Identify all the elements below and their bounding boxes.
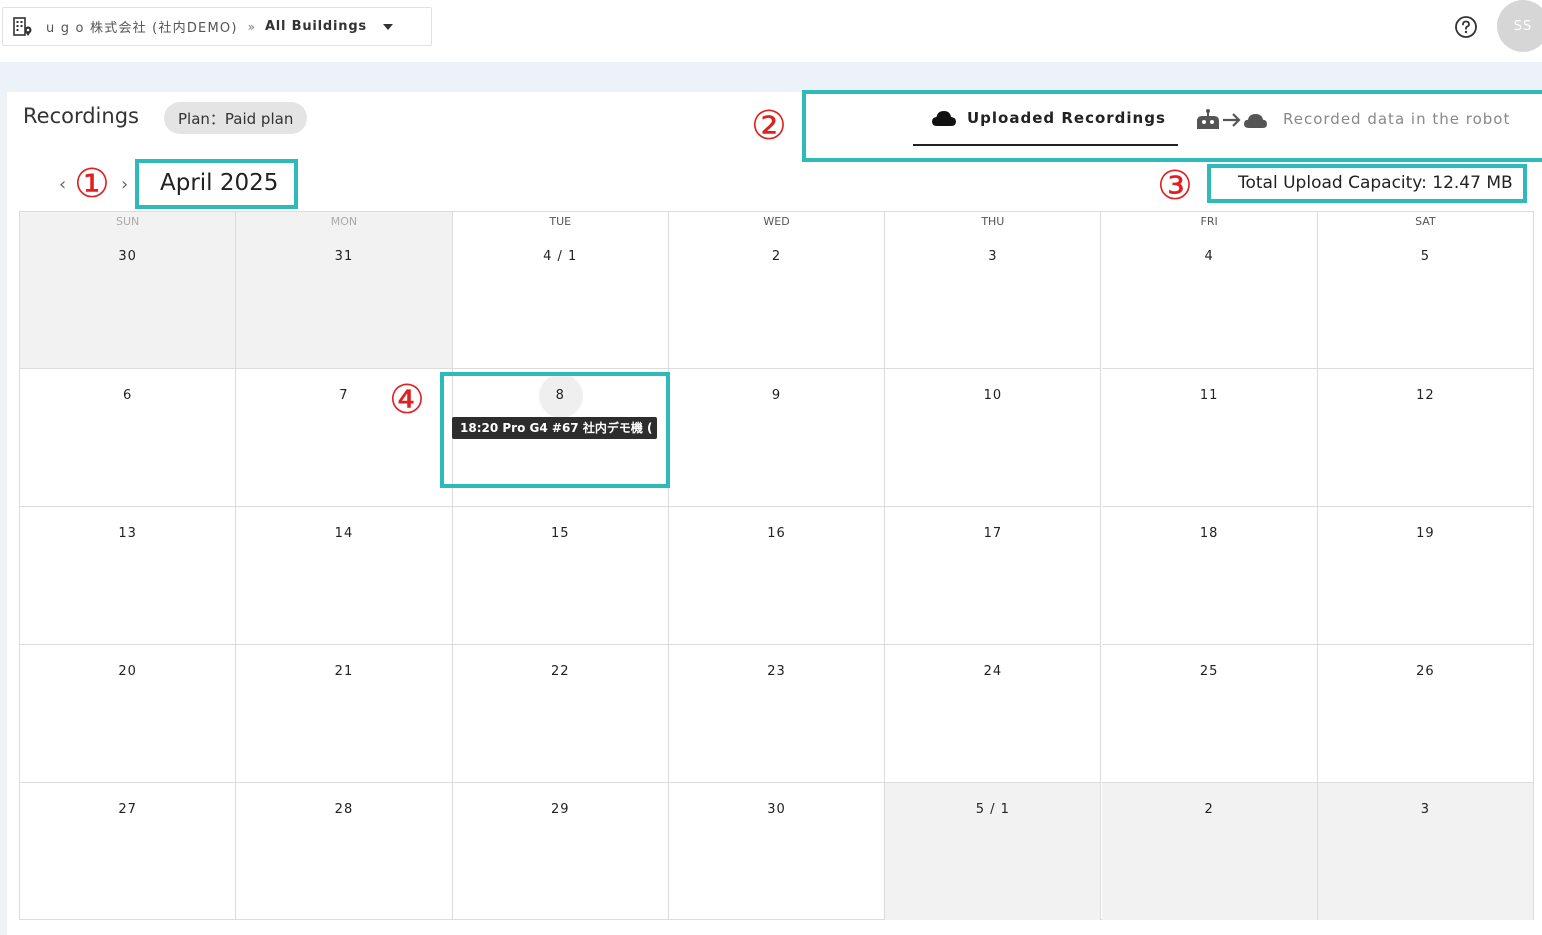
calendar-day-cell[interactable]: 16 [668,507,886,645]
day-number: 16 [767,526,786,541]
avatar[interactable]: SS [1497,0,1542,52]
day-number: 25 [1199,664,1219,679]
day-number: 3 [1420,802,1431,817]
day-number: 28 [334,802,354,817]
building-location-icon [12,16,34,38]
calendar-day-cell[interactable]: 9 [668,369,886,507]
weekday-header: WED [763,215,790,228]
calendar-day-cell[interactable]: TUE 4 / 1 [452,212,669,369]
help-icon[interactable] [1454,15,1478,39]
calendar-day-cell[interactable]: 15 [452,507,669,645]
day-number: 6 [123,388,133,403]
annotation-marker-1: ① [74,161,110,207]
annotation-marker-4: ④ [389,377,425,423]
weekday-header: MON [330,215,358,228]
day-number: 29 [550,802,570,817]
weekday-header: THU [981,215,1005,228]
calendar-day-cell[interactable]: 13 [20,507,237,645]
day-number: 3 [988,249,998,264]
day-number: 15 [550,526,570,541]
day-number: 24 [983,664,1003,679]
calendar-day-cell[interactable]: 27 [20,783,237,920]
calendar-day-cell[interactable]: 24 [885,645,1102,783]
building-name: All Buildings [264,19,367,34]
highlight-event-box [440,372,670,488]
calendar-day-cell[interactable]: 28 [236,783,453,920]
calendar-day-cell[interactable]: 18 [1101,507,1318,645]
calendar-day-cell[interactable]: 20 [20,645,237,783]
organization-name: u g o 株式会社 (社内DEMO) [46,21,238,36]
day-number: 4 / 1 [543,249,578,264]
day-number: 18 [1199,526,1219,541]
calendar-day-cell[interactable]: 11 [1101,369,1318,507]
calendar-day-cell[interactable]: 5 / 1 [885,783,1102,920]
top-bar: u g o 株式会社 (社内DEMO) » All Buildings SS [0,0,1542,62]
day-number: 30 [118,249,137,264]
highlight-tabs-box [802,90,1542,162]
weekday-header: SUN [116,215,140,228]
day-number: 14 [334,526,354,541]
prev-month-button[interactable]: ‹ [59,174,66,195]
day-number: 20 [118,664,137,679]
calendar-day-cell[interactable]: 29 [453,783,669,920]
day-number: 31 [334,249,354,264]
day-number: 13 [118,526,137,541]
annotation-marker-2: ② [751,103,787,149]
calendar-day-cell[interactable]: SUN 30 [20,212,237,369]
weekday-header: SAT [1415,215,1436,228]
calendar-day-cell[interactable]: 25 [1101,645,1318,783]
breadcrumb-separator: » [247,19,255,34]
day-number: 9 [771,388,782,403]
highlight-capacity-box [1207,164,1527,203]
day-number: 12 [1416,388,1435,403]
day-number: 11 [1199,388,1219,403]
calendar-day-cell[interactable]: FRI 4 [1101,212,1318,369]
calendar-day-cell[interactable]: 14 [236,507,453,645]
chevron-down-icon [382,23,393,30]
calendar-day-cell[interactable]: 19 [1317,507,1533,645]
next-month-button[interactable]: › [121,174,128,195]
day-number: 10 [983,388,1003,403]
calendar-day-cell[interactable]: SAT 5 [1317,212,1533,369]
day-number: 5 / 1 [975,802,1010,817]
calendar-day-cell[interactable]: WED 2 [668,212,886,369]
day-number: 4 [1204,249,1214,264]
page-title: Recordings [23,104,139,128]
plan-badge: Plan：Paid plan [164,102,308,134]
day-number: 2 [1204,802,1214,817]
day-number: 23 [767,664,786,679]
calendar-grid: SUN 30 MON 31 TUE 4 / 1 WED 2 THU 3 FRI 4 SAT 5 6 7 8 9 10… [19,211,1534,920]
calendar-day-cell[interactable]: 6 [20,369,237,507]
day-number: 19 [1416,526,1435,541]
day-number: 5 [1420,249,1431,264]
annotation-marker-3: ③ [1157,163,1193,209]
weekday-header: TUE [549,215,572,228]
day-number: 26 [1416,664,1435,679]
calendar-day-cell[interactable]: 26 [1317,645,1533,783]
calendar-day-cell[interactable]: 23 [668,645,886,783]
calendar-day-cell[interactable]: THU 3 [885,212,1102,369]
calendar-day-cell[interactable]: 2 [1101,783,1318,920]
weekday-header: FRI [1200,215,1218,228]
calendar-day-cell[interactable]: 17 [885,507,1102,645]
day-number: 21 [334,664,354,679]
day-number: 17 [983,526,1003,541]
organization-building-selector[interactable]: u g o 株式会社 (社内DEMO) » All Buildings [2,7,432,46]
day-number: 2 [771,249,782,264]
calendar-day-cell[interactable]: 22 [452,645,669,783]
calendar-day-cell[interactable]: 12 [1317,369,1533,507]
day-number: 22 [550,664,570,679]
calendar-day-cell[interactable]: 10 [885,369,1102,507]
calendar-day-cell[interactable]: MON 31 [236,212,453,369]
highlight-month-box [135,159,298,209]
day-number: 27 [118,802,137,817]
day-number: 30 [767,802,786,817]
calendar-day-cell[interactable]: 21 [236,645,453,783]
calendar-day-cell[interactable]: 3 [1317,783,1533,920]
calendar-day-cell[interactable]: 30 [669,783,886,920]
